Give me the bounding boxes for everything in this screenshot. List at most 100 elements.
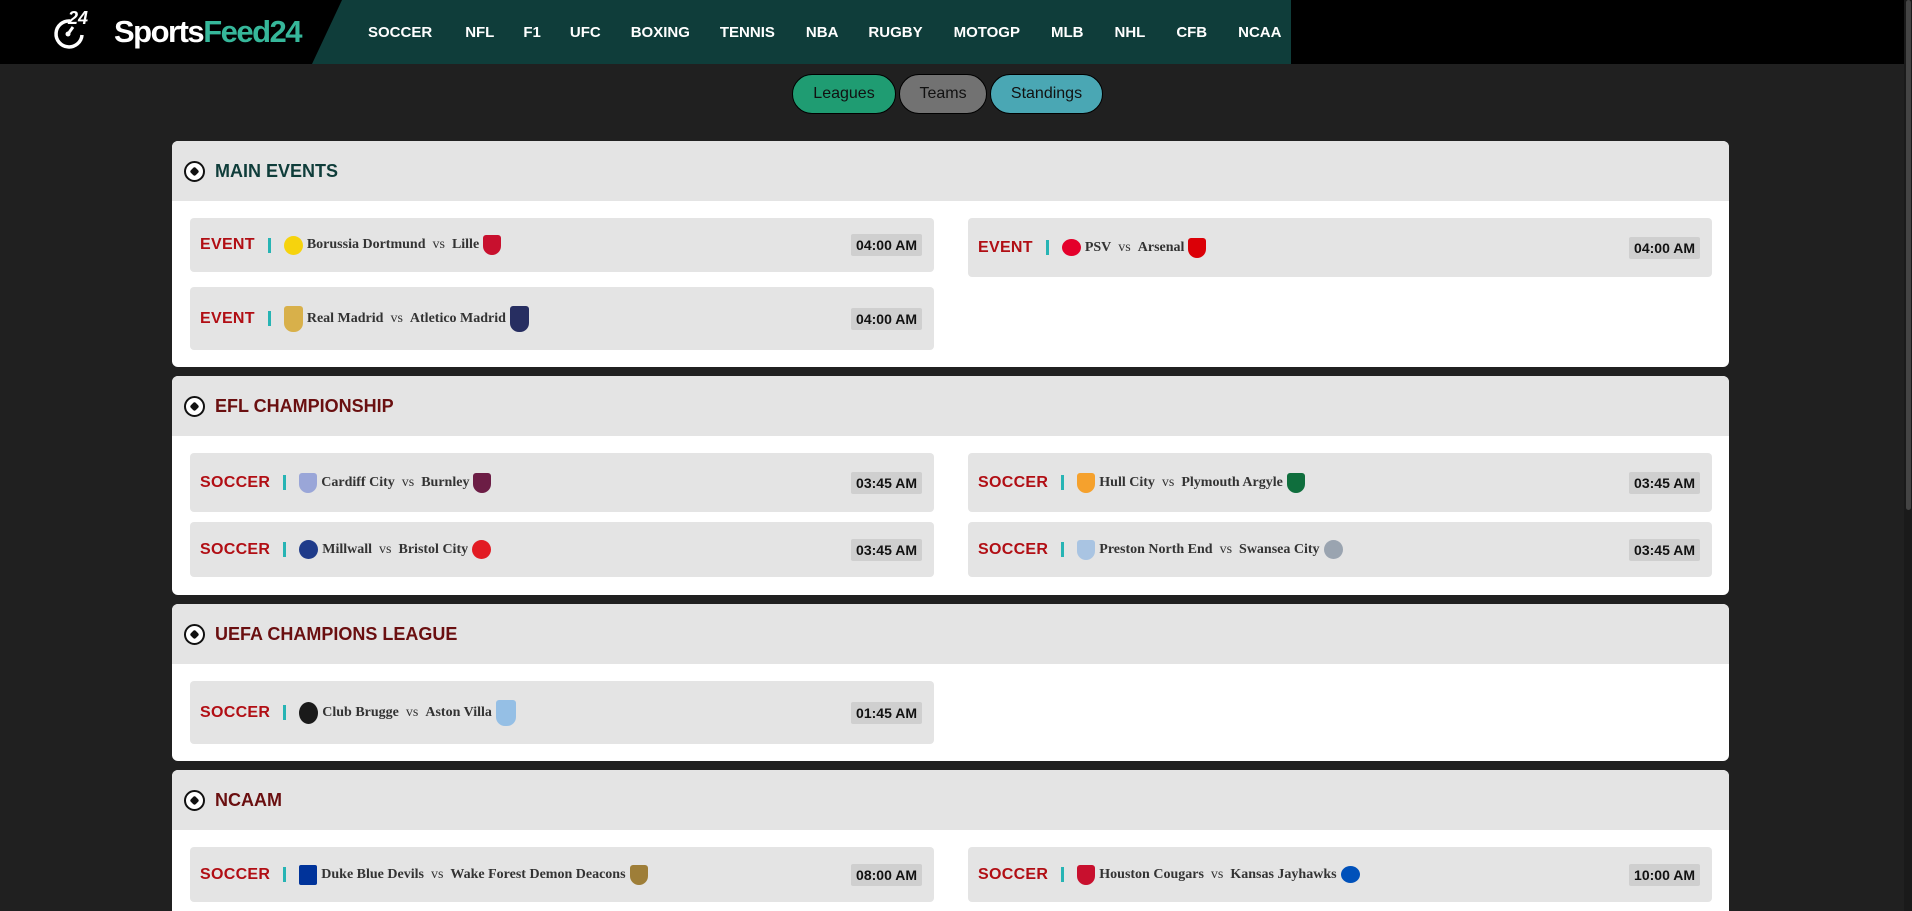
event-time: 01:45 AM bbox=[851, 701, 922, 724]
separator bbox=[1061, 475, 1065, 490]
site-logo[interactable]: 24 SportsFeed24 bbox=[46, 8, 303, 52]
event-time: 08:00 AM bbox=[851, 863, 922, 886]
nav-rugby[interactable]: RUGBY bbox=[868, 24, 922, 41]
vs-label: vs bbox=[390, 310, 403, 326]
nav-nfl[interactable]: NFL bbox=[465, 24, 494, 41]
section-title: NCAAM bbox=[215, 789, 282, 810]
section-efl-championship: EFL CHAMPIONSHIP SOCCER Cardiff City vs … bbox=[172, 376, 1729, 595]
event-time: 03:45 AM bbox=[1629, 471, 1700, 494]
nav-nhl[interactable]: NHL bbox=[1114, 24, 1145, 41]
soccer-ball-icon bbox=[184, 395, 205, 417]
logo-badge-number: 24 bbox=[68, 8, 89, 28]
nav-mlb[interactable]: MLB bbox=[1051, 24, 1084, 41]
event-row[interactable]: SOCCER Millwall vs Bristol City 03:45 AM bbox=[190, 522, 934, 577]
home-team-logo-icon bbox=[1077, 472, 1096, 493]
event-type-label: SOCCER bbox=[978, 540, 1049, 558]
event-row[interactable]: EVENT Borussia Dortmund vs Lille 04:00 A… bbox=[190, 218, 934, 272]
away-team-logo-icon bbox=[472, 540, 492, 559]
nav-cfb[interactable]: CFB bbox=[1176, 24, 1207, 41]
filter-tabs: Leagues Teams Standings bbox=[792, 74, 1103, 114]
nav-motogp[interactable]: MOTOGP bbox=[954, 24, 1020, 41]
vertical-scrollbar[interactable] bbox=[1904, 0, 1912, 911]
section-header: EFL CHAMPIONSHIP bbox=[172, 376, 1729, 436]
soccer-ball-icon bbox=[184, 160, 205, 182]
away-team-logo-icon bbox=[473, 472, 492, 493]
event-type-label: SOCCER bbox=[978, 865, 1049, 883]
home-team: Cardiff City bbox=[321, 474, 395, 490]
vs-label: vs bbox=[432, 237, 445, 252]
event-row[interactable]: SOCCER Club Brugge vs Aston Villa 01:45 … bbox=[190, 681, 934, 744]
nav-f1[interactable]: F1 bbox=[523, 24, 541, 41]
away-team: Bristol City bbox=[398, 541, 469, 557]
nav-tennis[interactable]: TENNIS bbox=[720, 24, 775, 41]
away-team-logo-icon bbox=[1188, 237, 1207, 258]
home-team: Preston North End bbox=[1099, 541, 1213, 557]
separator bbox=[283, 867, 287, 882]
leagues-button[interactable]: Leagues bbox=[792, 74, 896, 114]
event-type-label: SOCCER bbox=[200, 540, 271, 558]
event-time: 04:00 AM bbox=[851, 307, 922, 330]
standings-button[interactable]: Standings bbox=[990, 74, 1103, 114]
vs-label: vs bbox=[430, 866, 444, 882]
home-team-logo-icon bbox=[283, 235, 303, 255]
away-team: Arsenal bbox=[1137, 239, 1185, 255]
nav-ncaa[interactable]: NCAA bbox=[1238, 24, 1281, 41]
home-team: Duke Blue Devils bbox=[321, 866, 424, 882]
section-header: MAIN EVENTS bbox=[172, 141, 1729, 201]
section-main-events: MAIN EVENTS EVENT Borussia Dortmund vs L… bbox=[172, 141, 1729, 367]
nav-nba[interactable]: NBA bbox=[806, 24, 839, 41]
nav-ufc[interactable]: UFC bbox=[570, 24, 601, 41]
event-row[interactable]: SOCCER Preston North End vs Swansea City… bbox=[968, 522, 1712, 577]
brand-name: SportsFeed24 bbox=[114, 14, 303, 50]
brand-name-part1: Sports bbox=[114, 14, 205, 49]
vs-label: vs bbox=[405, 704, 419, 720]
section-header: NCAAM bbox=[172, 770, 1729, 830]
away-team-logo-icon bbox=[483, 235, 502, 255]
home-team-logo-icon bbox=[1061, 239, 1081, 256]
vs-label: vs bbox=[1161, 474, 1175, 490]
away-team: Swansea City bbox=[1239, 541, 1320, 557]
scrollbar-thumb[interactable] bbox=[1906, 0, 1911, 510]
home-team: Club Brugge bbox=[322, 704, 399, 720]
vs-label: vs bbox=[401, 474, 415, 490]
section-ncaam: NCAAM SOCCER Duke Blue Devils vs Wake Fo… bbox=[172, 770, 1729, 911]
event-row[interactable]: EVENT PSV vs Arsenal 04:00 AM bbox=[968, 218, 1712, 277]
section-title: UEFA CHAMPIONS LEAGUE bbox=[215, 623, 458, 644]
top-header: 24 SportsFeed24 SOCCER NFL F1 UFC BOXING… bbox=[0, 0, 1912, 64]
away-team-logo-icon bbox=[495, 699, 516, 726]
away-team-logo-icon bbox=[509, 305, 529, 332]
event-row[interactable]: SOCCER Duke Blue Devils vs Wake Forest D… bbox=[190, 847, 934, 902]
away-team: Lille bbox=[451, 237, 480, 252]
away-team: Wake Forest Demon Deacons bbox=[450, 866, 626, 882]
event-row[interactable]: EVENT Real Madrid vs Atletico Madrid 04:… bbox=[190, 287, 934, 350]
event-row[interactable]: SOCCER Cardiff City vs Burnley 03:45 AM bbox=[190, 453, 934, 512]
separator bbox=[1045, 240, 1049, 255]
section-title: MAIN EVENTS bbox=[215, 160, 339, 181]
away-team-logo-icon bbox=[629, 864, 648, 885]
home-team: PSV bbox=[1084, 239, 1112, 255]
away-team: Plymouth Argyle bbox=[1181, 474, 1283, 490]
home-team-logo-icon bbox=[299, 701, 319, 724]
nav-soccer[interactable]: SOCCER bbox=[368, 24, 432, 41]
section-title: EFL CHAMPIONSHIP bbox=[215, 395, 394, 416]
event-time: 03:45 AM bbox=[851, 471, 922, 494]
away-team-logo-icon bbox=[1286, 472, 1305, 493]
event-time: 04:00 AM bbox=[851, 234, 922, 256]
nav-boxing[interactable]: BOXING bbox=[631, 24, 690, 41]
event-time: 04:00 AM bbox=[1629, 236, 1700, 259]
event-type-label: SOCCER bbox=[200, 473, 271, 491]
away-team: Burnley bbox=[421, 474, 470, 490]
event-row[interactable]: SOCCER Hull City vs Plymouth Argyle 03:4… bbox=[968, 453, 1712, 512]
event-time: 03:45 AM bbox=[851, 538, 922, 561]
teams-button[interactable]: Teams bbox=[899, 74, 987, 114]
sports-navbar: SOCCER NFL F1 UFC BOXING TENNIS NBA RUGB… bbox=[312, 0, 1291, 64]
home-team-logo-icon bbox=[283, 305, 303, 332]
stopwatch-24-icon: 24 bbox=[46, 8, 92, 52]
home-team-logo-icon bbox=[299, 864, 318, 885]
event-row[interactable]: SOCCER Houston Cougars vs Kansas Jayhawk… bbox=[968, 847, 1712, 902]
home-team-logo-icon bbox=[1077, 539, 1096, 560]
event-time: 10:00 AM bbox=[1629, 863, 1700, 886]
event-type-label: SOCCER bbox=[200, 865, 271, 883]
home-team-logo-icon bbox=[299, 472, 318, 493]
event-type-label: SOCCER bbox=[978, 473, 1049, 491]
